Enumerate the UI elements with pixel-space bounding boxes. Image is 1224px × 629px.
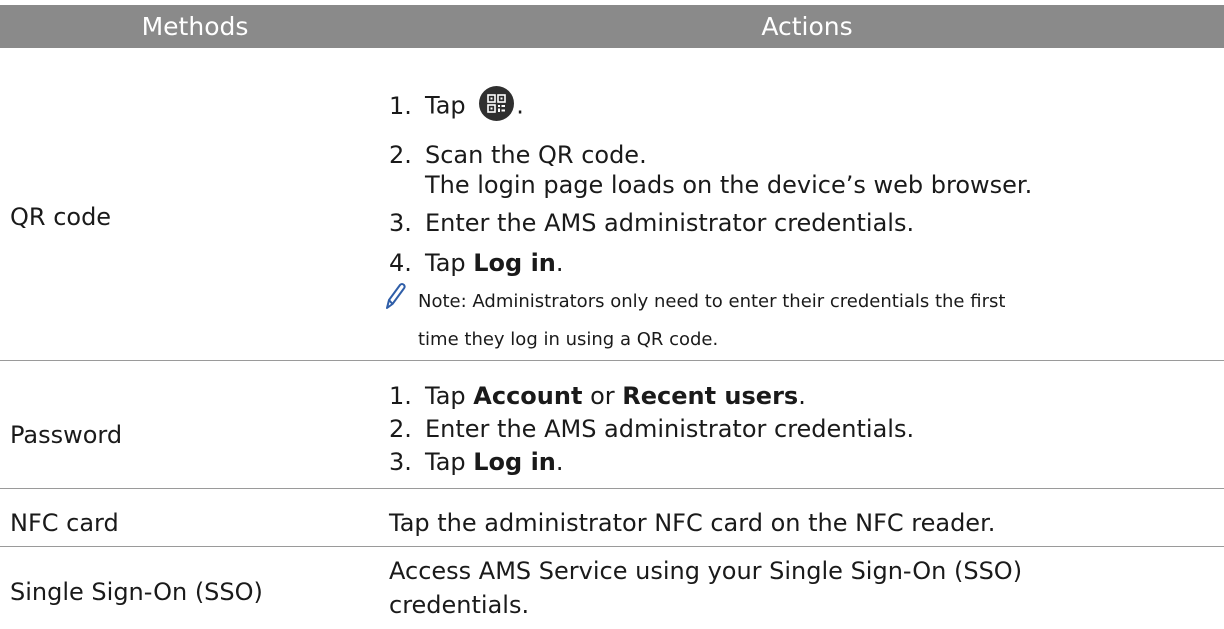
nfc-action: Tap the administrator NFC card on the NF… [389, 509, 996, 537]
row-divider [0, 488, 1224, 489]
qr-step-3: 3. Enter the AMS administrator credential… [389, 209, 915, 237]
qr-code-icon [479, 86, 515, 121]
password-step-1: 1. Tap Account or Recent users. [389, 382, 806, 410]
sso-action-line-2: credentials. [389, 591, 530, 619]
row-divider [0, 546, 1224, 547]
method-password: Password [10, 421, 123, 449]
password-step-3: 3. Tap Log in. [389, 448, 564, 476]
qr-step-2: 2. Scan the QR code. [389, 141, 647, 169]
sso-action-line-1: Access AMS Service using your Single Sig… [389, 557, 1023, 585]
qr-step-1: 1. Tap . [389, 86, 524, 124]
qr-step-4: 4. Tap Log in. [389, 249, 564, 277]
header-actions: Actions [761, 12, 853, 41]
method-qr-code: QR code [10, 203, 112, 231]
row-divider [0, 360, 1224, 361]
method-sso: Single Sign-On (SSO) [10, 578, 263, 606]
qr-step-2-detail: The login page loads on the device’s web… [425, 171, 1033, 199]
pencil-note-icon [384, 282, 406, 310]
method-nfc-card: NFC card [10, 509, 119, 537]
table-header: Methods Actions [0, 5, 1224, 48]
qr-note-line-2: time they log in using a QR code. [418, 329, 719, 350]
password-step-2: 2. Enter the AMS administrator credential… [389, 415, 915, 443]
qr-note: Note: Administrators only need to enter … [384, 283, 1005, 316]
header-methods: Methods [141, 12, 249, 41]
